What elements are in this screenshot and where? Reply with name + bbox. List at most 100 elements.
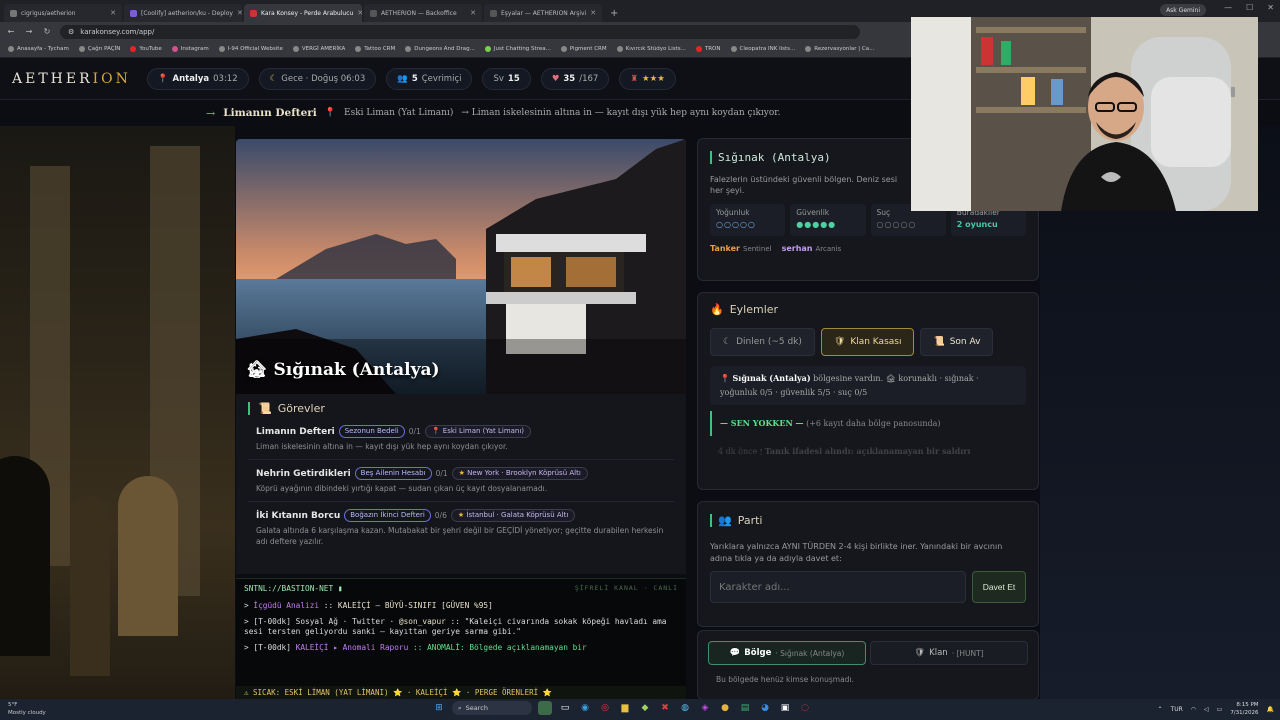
app-icon[interactable]: ✖: [658, 701, 672, 715]
bookmark[interactable]: Cleopatra INK lists...: [730, 46, 795, 52]
browser-tab[interactable]: AETHERION — Backoffice ✕: [364, 4, 482, 22]
url-text: karakonsey.com/app/: [80, 27, 155, 36]
cliff-house-illustration: [236, 139, 686, 394]
actions-panel: 🔥 Eylemler ☾ Dinlen (~5 dk) 🛡 Klan Kasası …: [697, 292, 1039, 490]
bookmark[interactable]: Çağrı PAÇİN: [78, 46, 120, 52]
people-icon: 👥: [397, 73, 408, 84]
edge-icon[interactable]: ◉: [578, 701, 592, 715]
quest-item[interactable]: İki Kıtanın Borcu Boğazın İkinci Defteri…: [248, 509, 674, 554]
github-icon: [10, 9, 17, 17]
close-icon[interactable]: ✕: [357, 9, 362, 17]
quest-item[interactable]: Nehrin Getirdikleri Beş Ailenin Hesabı 0…: [248, 467, 674, 502]
browser-tab[interactable]: [Coolify] aetherion/ku - Deploy ✕: [124, 4, 242, 22]
event-log[interactable]: 📍 Sığınak (Antalya) bölgesine vardın. 🏚 …: [710, 366, 1026, 472]
bookmark[interactable]: VERGİ AMERİKA: [292, 46, 345, 52]
active-quest-title: Limanın Defteri: [223, 107, 317, 119]
notification-icon[interactable]: 🔔: [1267, 706, 1274, 713]
quest-location[interactable]: ★ New York · Brooklyn Köprüsü Altı: [451, 467, 588, 480]
close-icon[interactable]: ✕: [590, 9, 596, 17]
app-icon[interactable]: ●: [718, 701, 732, 715]
quest-progress: 0/1: [408, 427, 421, 436]
rating-pill: ♜ ★★★: [619, 67, 676, 90]
last-hunt-button[interactable]: 📜 Son Av: [920, 328, 994, 356]
tab-region-chat[interactable]: 💬 Bölge · Sığınak (Antalya): [708, 641, 866, 665]
clock[interactable]: 8:15 PM 7/31/2026: [1230, 701, 1258, 717]
invite-button[interactable]: Davet Et: [972, 571, 1026, 603]
url-input[interactable]: ⚙ karakonsey.com/app/: [60, 24, 860, 39]
app-icon[interactable]: ◆: [638, 701, 652, 715]
bookmark[interactable]: Kıvırcık Stüdyo Lists...: [616, 46, 686, 52]
quest-desc: Liman iskelesinin altına in — kayıt dışı…: [256, 442, 508, 451]
taskbar-search[interactable]: ⌕ Search: [452, 701, 532, 715]
player-chip[interactable]: Tanker Sentinel: [710, 244, 772, 253]
maximize-icon[interactable]: ☐: [1246, 3, 1253, 12]
browser-tab[interactable]: Eşyalar — AETHERION Arşivi ✕: [484, 4, 602, 22]
minimize-icon[interactable]: —: [1224, 3, 1232, 12]
terminal-icon[interactable]: ▣: [778, 701, 792, 715]
rest-button[interactable]: ☾ Dinlen (~5 dk): [710, 328, 815, 356]
site-icon: [490, 9, 497, 17]
weather-widget[interactable]: 5°F Mostly cloudy: [8, 701, 46, 717]
close-icon[interactable]: ✕: [110, 9, 116, 17]
app-icon[interactable]: ◕: [758, 701, 772, 715]
reload-icon[interactable]: ↻: [42, 27, 52, 36]
ask-gemini-button[interactable]: Ask Gemini: [1160, 4, 1206, 16]
task-view-icon[interactable]: ▭: [558, 701, 572, 715]
app-logo[interactable]: AETHERION: [12, 71, 131, 87]
online-count-pill[interactable]: 👥 5 Çevrimiçi: [386, 67, 473, 90]
time-of-day-pill: ☾ Gece · Doğuş 06:03: [258, 67, 377, 90]
location-pill[interactable]: 📍 Antalya 03:12: [146, 67, 249, 90]
language-indicator[interactable]: TUR: [1171, 706, 1183, 713]
close-icon[interactable]: ✕: [470, 9, 476, 17]
bookmark-icon: [805, 46, 812, 52]
tab-label: Eşyalar — AETHERION Arşivi: [501, 9, 587, 17]
youtube-icon: [130, 46, 137, 52]
battery-icon[interactable]: ▭: [1217, 706, 1223, 713]
quest-item[interactable]: Limanın Defteri Sezonun Bedeli 0/1 📍 Esk…: [248, 425, 674, 460]
close-icon[interactable]: ✕: [237, 9, 242, 17]
windows-start-icon[interactable]: ⊞: [432, 701, 446, 715]
tray-chevron-icon[interactable]: ⌃: [1158, 706, 1163, 713]
bookmark-icon: [8, 46, 14, 52]
bookmark[interactable]: Just Chatting Strea...: [484, 46, 551, 52]
quest-location[interactable]: 📍 Eski Liman (Yat Limanı): [424, 425, 532, 438]
site-info-icon[interactable]: ⚙: [68, 28, 74, 36]
location-hero-image: 🏚 Sığınak (Antalya): [236, 139, 686, 394]
bookmark[interactable]: Pigment CRM: [560, 46, 607, 52]
intel-terminal[interactable]: SNTNL://BASTION-NET ▮ ŞİFRELİ KANAL · CA…: [236, 578, 686, 700]
forward-icon[interactable]: →: [24, 27, 34, 36]
bookmark[interactable]: Dungeons And Drag...: [405, 46, 475, 52]
bookmark[interactable]: I-94 Official Website: [218, 46, 283, 52]
log-entry: — SEN YOKKEN — (+6 kayıt daha bölge pano…: [710, 411, 1026, 436]
health-pill: ♥ 35 /167: [540, 67, 610, 90]
star-icon: ★: [457, 511, 465, 519]
steam-icon[interactable]: ◍: [678, 701, 692, 715]
pin-icon: 📍: [324, 108, 336, 118]
new-tab-button[interactable]: +: [604, 4, 624, 22]
bookmark[interactable]: TRON: [695, 46, 721, 52]
back-icon[interactable]: ←: [6, 27, 16, 36]
quest-location[interactable]: ★ İstanbul · Galata Köprüsü Altı: [450, 509, 576, 522]
bookmark[interactable]: Tattoo CRM: [355, 46, 395, 52]
active-quest-location: Eski Liman (Yat Limanı): [344, 108, 454, 118]
chrome-icon[interactable]: ◎: [598, 701, 612, 715]
tab-clan-chat[interactable]: 🛡 Klan · [HUNT]: [870, 641, 1028, 665]
party-heading: 👥 Parti: [710, 514, 1026, 527]
browser-tab-active[interactable]: Kara Konsey - Perde Arabulucu ✕: [244, 4, 362, 22]
file-explorer-icon[interactable]: ▆: [618, 701, 632, 715]
player-chip[interactable]: serhan Arcanis: [782, 244, 842, 253]
close-window-icon[interactable]: ✕: [1267, 3, 1274, 12]
volume-icon[interactable]: ◁: [1204, 706, 1209, 713]
app-icon[interactable]: ◌: [798, 701, 812, 715]
clan-vault-button[interactable]: 🛡 Klan Kasası: [820, 328, 915, 356]
app-icon[interactable]: ◈: [698, 701, 712, 715]
bookmark[interactable]: Instagram: [171, 46, 209, 52]
bookmark[interactable]: Rezervasyonlar | Ca...: [805, 46, 874, 52]
browser-tab[interactable]: cigrigus/aetherion ✕: [4, 4, 122, 22]
bookmark[interactable]: YouTube: [130, 46, 162, 52]
bookmark[interactable]: Anasayfa - Tycham: [8, 46, 69, 52]
wifi-icon[interactable]: ◠: [1191, 706, 1196, 713]
character-name-input[interactable]: [710, 571, 966, 603]
widget-icon[interactable]: [538, 701, 552, 715]
app-icon[interactable]: ▤: [738, 701, 752, 715]
